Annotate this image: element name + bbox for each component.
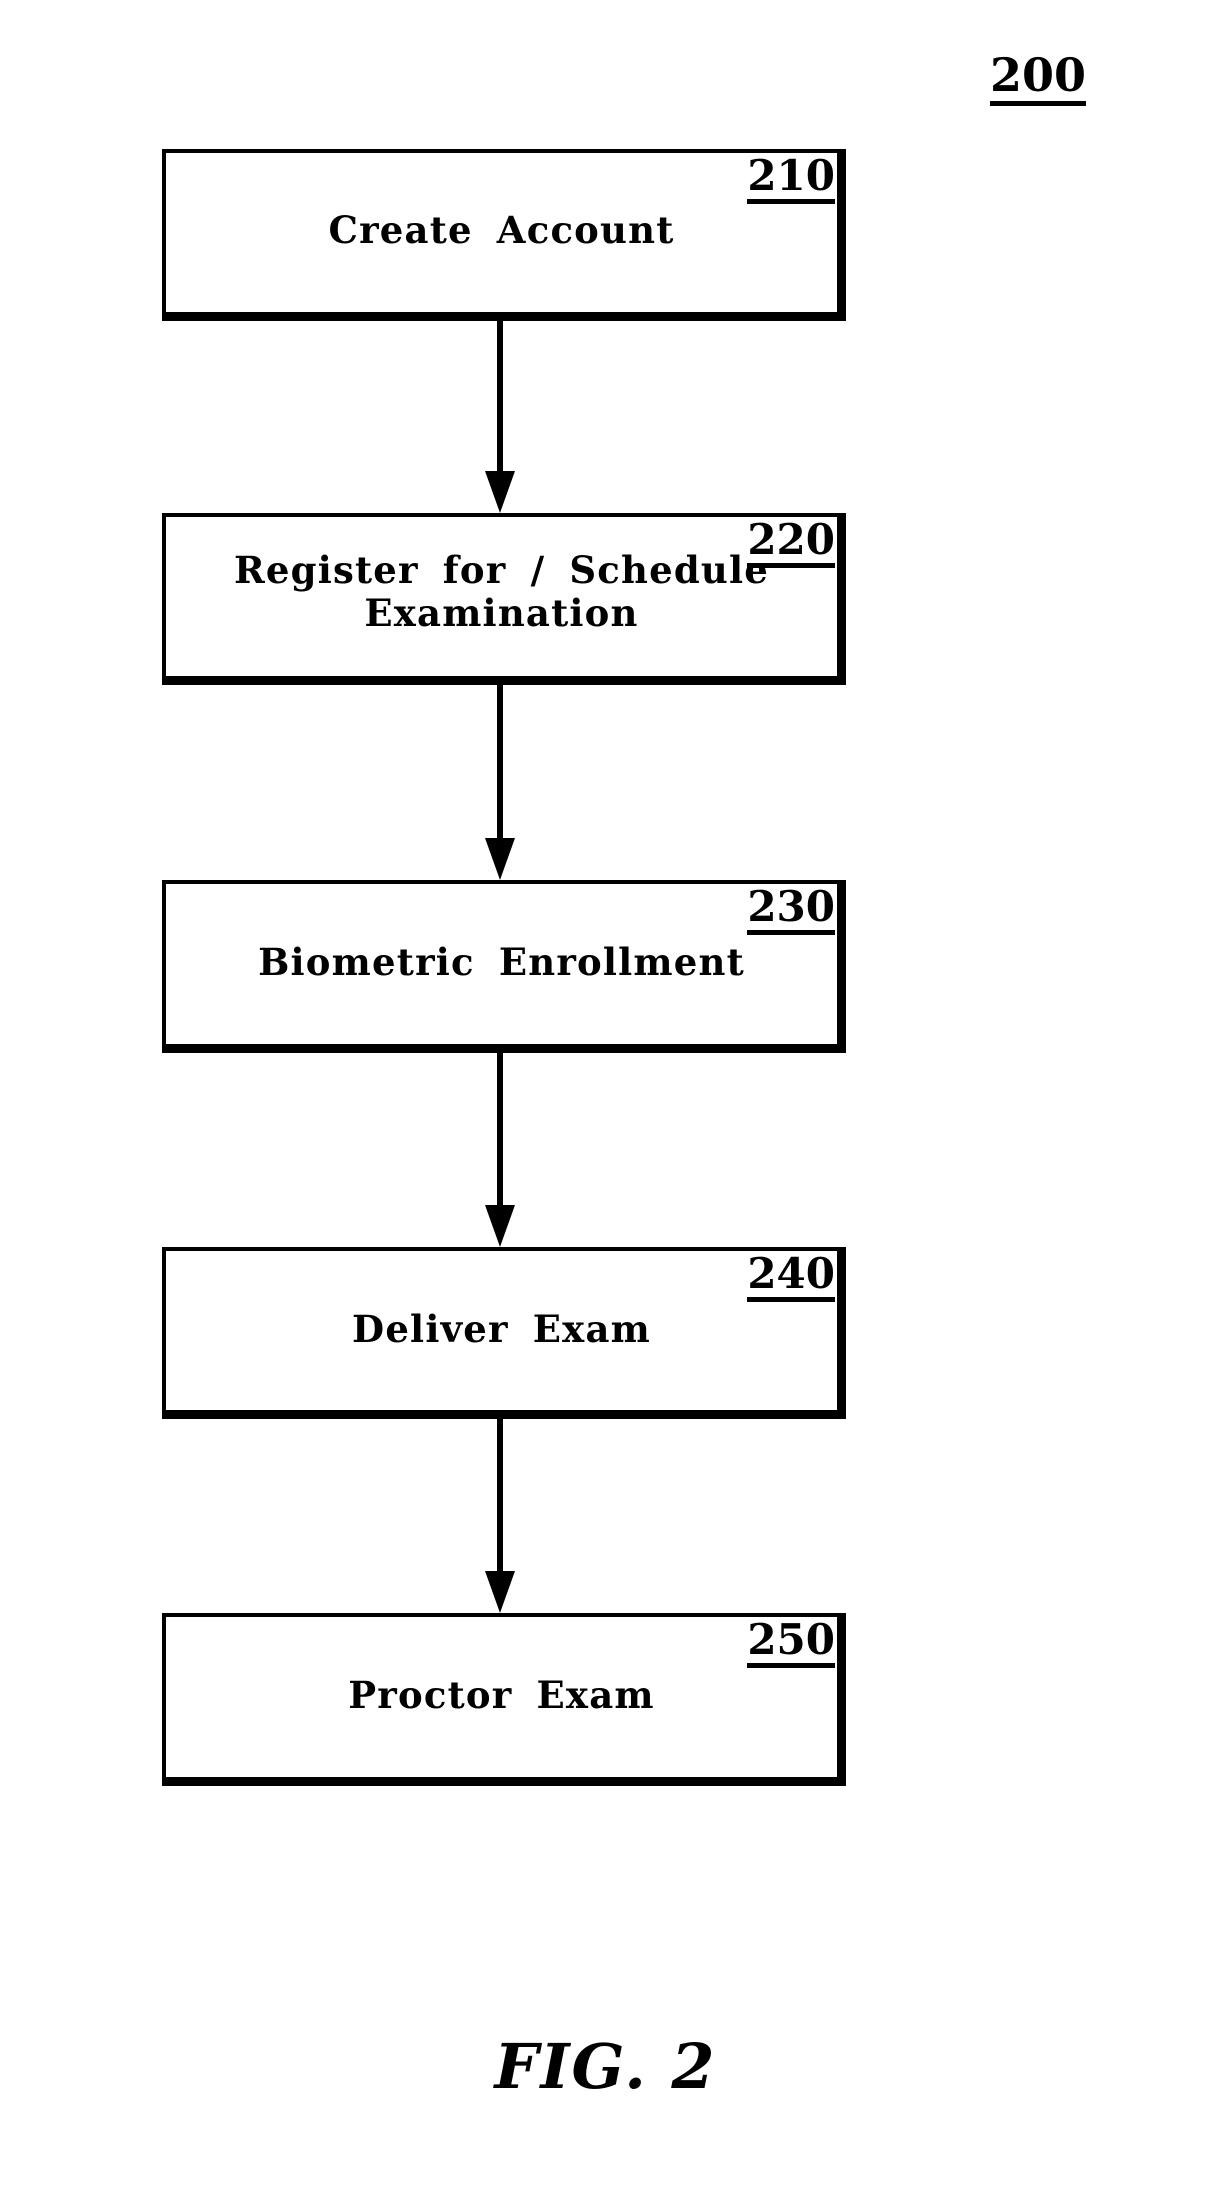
patent-figure-page: 200 210 Create Account 220 Register for … [0, 0, 1211, 2210]
flow-node-label-proctor-exam: Proctor Exam [348, 1673, 655, 1717]
node-reference-numeral-250: 250 [747, 1619, 835, 1668]
connector-arrow-220-to-230 [485, 685, 515, 880]
flow-node-create-account: 210 Create Account [162, 149, 846, 321]
node-reference-numeral-240: 240 [747, 1253, 835, 1302]
flow-node-proctor-exam: 250 Proctor Exam [162, 1613, 846, 1786]
connector-arrow-210-to-220 [485, 321, 515, 513]
node-reference-numeral-230: 230 [747, 886, 835, 935]
figure-reference-numeral: 200 [990, 52, 1087, 106]
node-reference-numeral-210: 210 [747, 155, 835, 204]
figure-caption: FIG. 2 [494, 2030, 717, 2103]
flow-node-biometric-enrollment: 230 Biometric Enrollment [162, 880, 846, 1053]
flow-node-label-deliver-exam: Deliver Exam [352, 1307, 651, 1351]
flow-node-register-schedule: 220 Register for / Schedule Examination [162, 513, 846, 685]
connector-arrow-240-to-250 [485, 1419, 515, 1613]
flow-node-label-register-schedule: Register for / Schedule Examination [233, 548, 770, 635]
flow-node-label-create-account: Create Account [328, 208, 675, 252]
flow-node-deliver-exam: 240 Deliver Exam [162, 1247, 846, 1419]
flow-node-label-biometric-enrollment: Biometric Enrollment [258, 940, 745, 984]
connector-arrow-230-to-240 [485, 1053, 515, 1247]
